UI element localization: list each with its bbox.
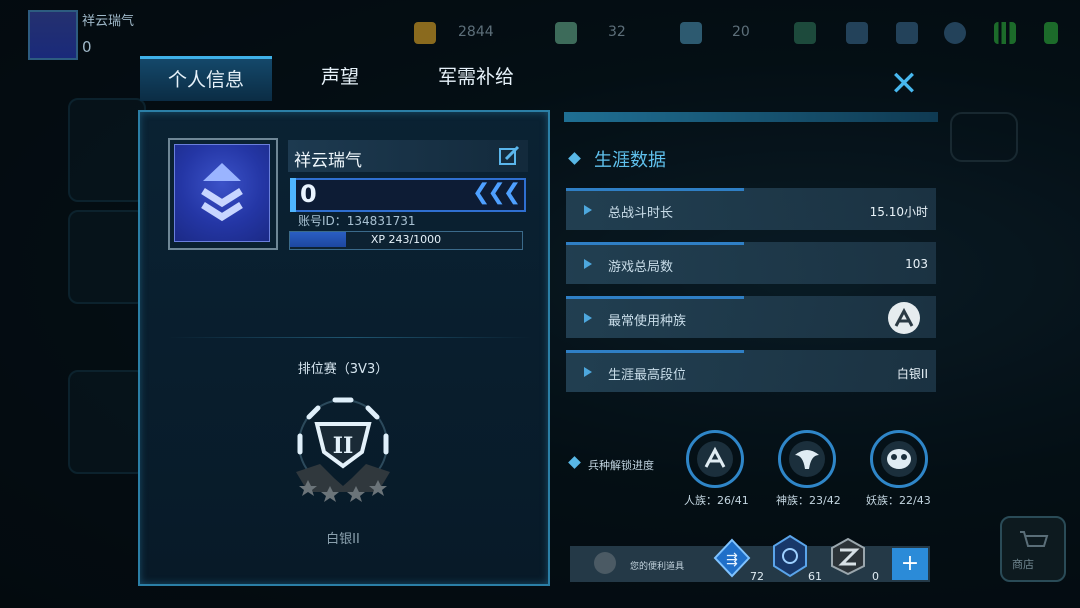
- rank-chevron-icon: [201, 163, 243, 222]
- chevron-icon: ❮❮❮: [472, 180, 521, 205]
- stat-label: 生涯最高段位: [608, 368, 687, 383]
- ranked-title: 排位赛（3V3）: [297, 362, 389, 377]
- human-race-icon: [888, 302, 920, 334]
- item-bag-icon: [594, 552, 616, 574]
- tab-reputation[interactable]: 声望: [272, 56, 408, 98]
- divine-race-icon[interactable]: [778, 430, 836, 488]
- rune-item-icon[interactable]: [770, 534, 810, 578]
- hud-avatar[interactable]: [28, 10, 78, 60]
- unlock-title: 兵种解锁进度: [588, 459, 654, 472]
- item-count: 61: [808, 570, 822, 583]
- stat-value: 15.10小时: [869, 205, 928, 219]
- xp-text: XP 243/1000: [370, 233, 442, 246]
- plus-icon[interactable]: [794, 22, 816, 44]
- gear-icon[interactable]: [944, 22, 966, 44]
- hud-player-name: 祥云瑞气: [82, 14, 135, 29]
- mail-icon[interactable]: [846, 22, 868, 44]
- cart-icon: [1020, 531, 1049, 547]
- human-race-icon[interactable]: [686, 430, 744, 488]
- item-count: 72: [750, 570, 764, 583]
- hex-token-icon: [680, 22, 702, 44]
- gold-amount: 2844: [458, 24, 494, 40]
- stat-row-accent: [566, 188, 744, 191]
- arrow-right-icon: [584, 205, 592, 215]
- close-button[interactable]: ✕: [884, 64, 924, 104]
- svg-text:⇶: ⇶: [726, 552, 738, 568]
- hex-token-amount: 20: [732, 24, 750, 40]
- race-progress: 人族：26/41: [684, 494, 749, 507]
- arrow-right-icon: [584, 367, 592, 377]
- tab-supplies[interactable]: 军需补给: [408, 56, 544, 98]
- stat-row-accent: [566, 350, 744, 353]
- career-header-bar: [564, 112, 938, 122]
- account-id: 账号ID：134831731: [298, 214, 416, 228]
- level-bar-marker: [290, 178, 296, 212]
- player-name: 祥云瑞气: [294, 151, 362, 171]
- crystal-icon: [555, 22, 577, 44]
- divider: [168, 337, 532, 338]
- demon-race-icon[interactable]: [870, 430, 928, 488]
- battery-icon: [1044, 22, 1058, 44]
- stat-label: 总战斗时长: [608, 206, 674, 221]
- rank-name: 白银II: [326, 532, 360, 547]
- player-level: 0: [300, 180, 317, 208]
- link-item-icon[interactable]: [828, 536, 868, 576]
- convenience-label: 您的便利道具: [630, 562, 685, 572]
- stat-label: 最常使用种族: [608, 314, 687, 329]
- item-count: 0: [872, 570, 879, 583]
- add-item-button[interactable]: +: [892, 548, 928, 580]
- speed-item-icon[interactable]: ⇶: [712, 538, 752, 578]
- stat-label: 游戏总局数: [608, 260, 674, 275]
- tab-personal-info[interactable]: 个人信息: [140, 56, 272, 101]
- rank-badge-icon[interactable]: II: [282, 386, 404, 510]
- edit-icon[interactable]: [498, 145, 520, 167]
- envelope-icon[interactable]: [896, 22, 918, 44]
- arrow-right-icon: [584, 313, 592, 323]
- gold-icon: [414, 22, 436, 44]
- stat-row-accent: [566, 242, 744, 245]
- shop-button[interactable]: [1000, 516, 1066, 582]
- avatar[interactable]: [174, 144, 270, 242]
- stat-value: 103: [905, 257, 928, 271]
- race-progress: 妖族：22/43: [866, 494, 931, 507]
- svg-text:II: II: [333, 433, 354, 459]
- hud-level: 0: [82, 38, 92, 56]
- stat-row-accent: [566, 296, 744, 299]
- race-progress: 神族：23/42: [776, 494, 841, 507]
- career-title: 生涯数据: [594, 150, 666, 171]
- crystal-amount: 32: [608, 24, 626, 40]
- stat-value: 白银II: [896, 367, 928, 381]
- arrow-right-icon: [584, 259, 592, 269]
- shop-label: 商店: [1012, 558, 1034, 571]
- signal-icon: [994, 22, 1016, 44]
